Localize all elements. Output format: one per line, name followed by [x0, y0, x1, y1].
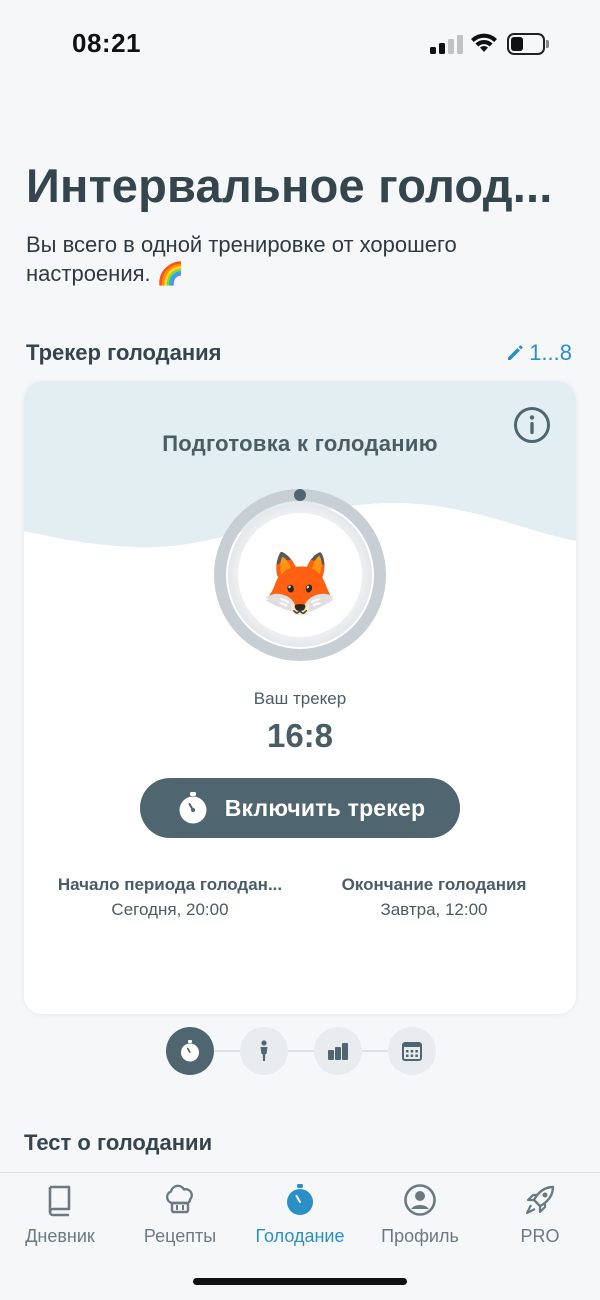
fasting-start-block: Начало периода голодан... Сегодня, 20:00 — [40, 875, 300, 920]
tab-diary[interactable]: Дневник — [0, 1173, 120, 1253]
pager-dot-body[interactable] — [240, 1027, 288, 1075]
cellular-signal-icon — [430, 34, 464, 54]
home-indicator — [193, 1278, 407, 1285]
rocket-icon — [525, 1185, 555, 1215]
page-subtitle: Вы всего в одной тренировке от хорошего … — [26, 232, 457, 286]
calendar-icon — [402, 1042, 422, 1061]
tab-label: Рецепты — [143, 1226, 217, 1246]
tracker-card: Подготовка к голоданию 🦊 Ваш трекер 16:8… — [24, 381, 576, 1014]
stopwatch-icon — [287, 1184, 313, 1215]
tracker-section-title: Трекер голодания — [26, 340, 222, 365]
pencil-icon — [508, 345, 523, 360]
page-title: Интервальное голод... — [26, 159, 553, 212]
stopwatch-icon — [181, 1040, 199, 1062]
chef-hat-icon — [165, 1184, 193, 1214]
tab-label: Дневник — [25, 1226, 95, 1246]
tab-profile[interactable]: Профиль — [360, 1173, 480, 1253]
fasting-start-title: Начало периода голодан... — [57, 875, 283, 894]
book-icon — [48, 1185, 71, 1217]
edit-tracker-label: 1...8 — [529, 340, 572, 365]
card-pager — [166, 1027, 436, 1075]
tab-label: PRO — [520, 1226, 560, 1246]
progress-marker — [294, 489, 306, 501]
status-bar: 08:21 — [0, 0, 600, 90]
pager-dot-stats[interactable] — [314, 1027, 362, 1075]
tracker-label: Ваш трекер — [253, 689, 347, 708]
fasting-end-value: Завтра, 12:00 — [380, 900, 488, 919]
fox-avatar: 🦊 — [261, 550, 339, 619]
pager-dot-calendar[interactable] — [388, 1027, 436, 1075]
tab-recipes[interactable]: Рецепты — [120, 1173, 240, 1253]
person-icon — [260, 1040, 268, 1061]
fasting-end-title: Окончание голодания — [341, 875, 527, 894]
tab-label: Голодание — [255, 1226, 345, 1246]
fasting-start-value: Сегодня, 20:00 — [111, 900, 229, 919]
status-time: 08:21 — [72, 28, 141, 58]
wifi-icon — [471, 33, 497, 52]
start-tracker-label: Включить трекер — [224, 794, 426, 821]
profile-icon — [404, 1184, 436, 1216]
start-tracker-button[interactable]: Включить трекер — [140, 778, 460, 838]
tab-label: Профиль — [381, 1226, 459, 1246]
battery-icon — [507, 33, 549, 55]
pager-dot-tracker[interactable] — [166, 1027, 214, 1075]
quiz-section-title: Тест о голодании — [24, 1130, 213, 1155]
tracker-value: 16:8 — [266, 717, 334, 754]
stopwatch-icon — [179, 792, 207, 824]
tab-pro[interactable]: PRO — [480, 1173, 600, 1253]
bar-chart-icon — [328, 1043, 348, 1060]
edit-tracker-link[interactable]: 1...8 — [505, 340, 572, 366]
tab-fasting[interactable]: Голодание — [240, 1173, 360, 1253]
card-heading: Подготовка к голоданию — [162, 431, 438, 456]
fasting-end-block: Окончание голодания Завтра, 12:00 — [304, 875, 564, 920]
